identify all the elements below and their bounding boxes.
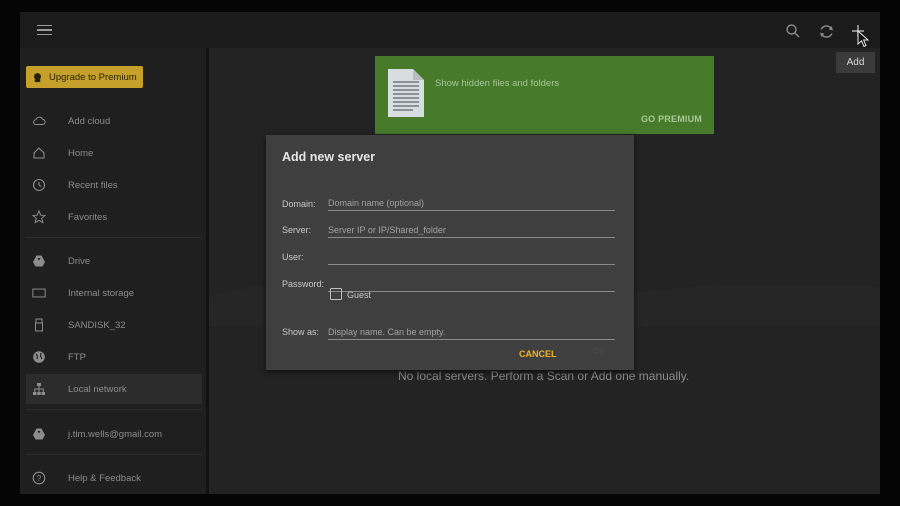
cloud-icon	[32, 114, 46, 128]
sidebar-item-add-cloud[interactable]: Add cloud	[26, 106, 202, 136]
show-as-label: Show as:	[282, 327, 320, 337]
svg-text:?: ?	[37, 474, 42, 483]
sidebar-item-recent-files[interactable]: Recent files	[26, 170, 202, 200]
guest-checkbox[interactable]	[330, 288, 342, 300]
sidebar-item-home[interactable]: Home	[26, 138, 202, 168]
user-field[interactable]	[328, 250, 615, 265]
hamburger-icon[interactable]	[36, 22, 52, 38]
sidebar-item-internal-storage[interactable]: Internal storage	[26, 278, 202, 308]
sidebar-item-label: Home	[68, 147, 94, 159]
premium-promo-card[interactable]: Show hidden files and folders GO PREMIUM	[375, 56, 714, 134]
password-label: Password:	[282, 279, 325, 289]
upgrade-premium-button[interactable]: Upgrade to Premium	[26, 66, 143, 88]
globe-icon	[32, 350, 46, 364]
cancel-button[interactable]: CANCEL	[519, 349, 557, 359]
sidebar-item-label: j.tim.wells@gmail.com	[68, 428, 163, 440]
drive-icon	[32, 427, 46, 441]
sidebar-item-favorites[interactable]: Favorites	[26, 202, 202, 232]
sidebar-item-label: Internal storage	[68, 287, 135, 299]
sidebar-item-label: Drive	[68, 255, 91, 267]
search-icon[interactable]	[784, 22, 802, 40]
usb-icon	[32, 318, 46, 332]
server-field[interactable]	[328, 223, 615, 238]
sync-icon[interactable]	[817, 22, 835, 40]
password-field[interactable]	[328, 277, 615, 292]
sidebar-item-ftp[interactable]: FTP	[26, 342, 202, 372]
sidebar-item-label: Add cloud	[68, 115, 111, 127]
user-label: User:	[282, 252, 304, 262]
sidebar-item-sandisk[interactable]: SANDISK_32	[26, 310, 202, 340]
server-label: Server:	[282, 225, 312, 235]
sidebar-divider	[26, 237, 202, 238]
domain-label: Domain:	[282, 199, 316, 209]
help-icon: ?	[32, 471, 46, 485]
sidebar-item-account[interactable]: j.tim.wells@gmail.com	[26, 419, 202, 449]
go-premium-button[interactable]: GO PREMIUM	[641, 114, 702, 124]
promo-text: Show hidden files and folders	[435, 78, 560, 89]
star-icon	[32, 210, 46, 224]
sidebar-item-label: Help & Feedback	[68, 472, 141, 484]
add-tooltip: Add	[836, 52, 875, 73]
document-icon	[388, 69, 424, 117]
sidebar-item-label: Favorites	[68, 211, 108, 223]
sidebar-item-label: SANDISK_32	[68, 319, 126, 331]
empty-state-message: No local servers. Perform a Scan or Add …	[398, 369, 690, 383]
mouse-cursor-icon	[857, 30, 870, 48]
sidebar: Upgrade to Premium Add cloud Home Recent…	[20, 48, 206, 494]
sidebar-divider	[26, 409, 202, 410]
sidebar-item-label: FTP	[68, 351, 86, 363]
network-icon	[32, 382, 46, 396]
sidebar-item-drive[interactable]: Drive	[26, 246, 202, 276]
domain-field[interactable]	[328, 196, 615, 211]
sidebar-divider	[26, 454, 202, 455]
home-icon	[32, 146, 46, 160]
top-bar	[20, 12, 880, 48]
guest-label: Guest	[347, 290, 372, 300]
sidebar-item-label: Recent files	[68, 179, 118, 191]
sidebar-item-local-network[interactable]: Local network	[26, 374, 202, 404]
drive-icon	[32, 254, 46, 268]
tablet-icon	[32, 286, 46, 300]
sidebar-item-help[interactable]: ? Help & Feedback	[26, 463, 202, 493]
sidebar-item-label: Local network	[68, 383, 127, 395]
dialog-title: Add new server	[282, 150, 376, 164]
app-screen: Upgrade to Premium Add cloud Home Recent…	[20, 12, 880, 494]
show-as-field[interactable]	[328, 325, 615, 340]
premium-label: Upgrade to Premium	[49, 71, 137, 83]
add-server-dialog: Add new server Domain: Server: User: Pas…	[266, 135, 634, 370]
clock-icon	[32, 178, 46, 192]
ok-button[interactable]: OK	[592, 346, 606, 356]
premium-icon	[34, 72, 41, 82]
